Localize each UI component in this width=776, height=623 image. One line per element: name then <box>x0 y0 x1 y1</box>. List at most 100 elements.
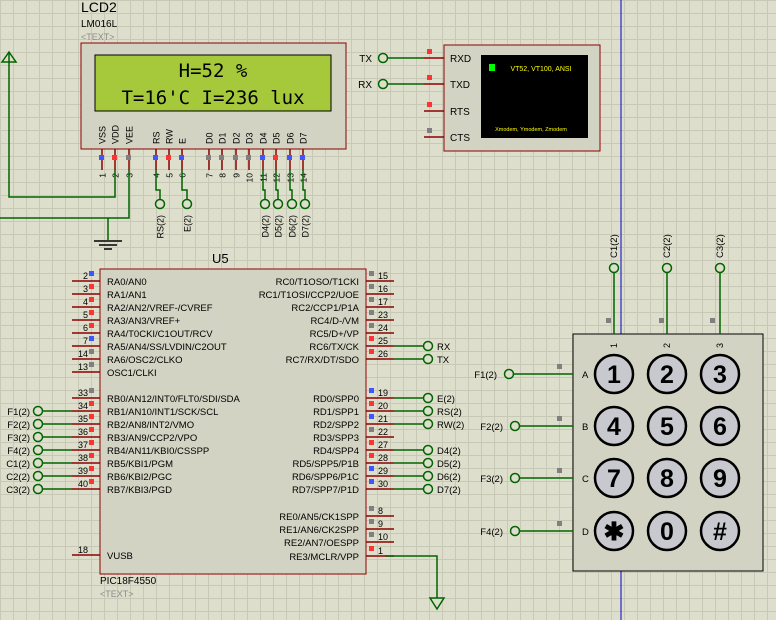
keypad-col-terminal[interactable] <box>714 262 726 274</box>
keypad-row-letter: D <box>582 527 589 538</box>
mcu-net-terminal[interactable] <box>422 444 434 456</box>
mcu-pin-probe <box>89 323 94 328</box>
keypad-key[interactable]: 2 <box>646 353 688 395</box>
mcu-net-label: TX <box>437 355 450 366</box>
keypad-key[interactable]: 3 <box>699 353 741 395</box>
lcd-net-terminal[interactable] <box>272 198 284 210</box>
mcu-net-terminal[interactable] <box>32 405 44 417</box>
keypad-col-terminal[interactable] <box>608 262 620 274</box>
mcu-pin-probe <box>369 414 374 419</box>
keypad-columns: C1(2) 1 C2(2) 2 C3(2) 3 <box>606 234 726 348</box>
terminal-pin-probe <box>427 75 432 80</box>
lcd-module[interactable]: LCD2 LM016L <TEXT> H=52 % T=16'C I=236 l… <box>80 0 347 183</box>
keypad-row-net: F3(2) <box>480 474 503 485</box>
mcu-pin-name: RB0/AN12/INT0/FLT0/SDI/SDA <box>107 394 241 405</box>
keypad-row-probe <box>557 364 562 369</box>
keypad-key[interactable]: 4 <box>593 405 635 447</box>
mcu-net-terminal[interactable] <box>422 392 434 404</box>
keypad-row-net: F4(2) <box>480 527 503 538</box>
lcd-pin-probe <box>233 155 238 160</box>
mcu-pin-name: RC6/TX/CK <box>309 342 359 353</box>
mcu-pin-probe <box>89 271 94 276</box>
mcu-pin-name: VUSB <box>107 551 133 562</box>
terminal-net-terminal[interactable] <box>377 52 389 64</box>
mcu-net-terminal[interactable] <box>32 483 44 495</box>
lcd-pin-name: D7 <box>299 132 309 144</box>
lcd-net-terminal[interactable] <box>181 198 193 210</box>
lcd-pin-number: 9 <box>232 173 242 178</box>
keypad-key[interactable]: 9 <box>699 457 741 499</box>
lcd-pin-name: VEE <box>125 126 135 144</box>
lcd-net-label: E(2) <box>183 215 193 232</box>
keypad-row-terminal[interactable] <box>509 472 521 484</box>
lcd-net-label: D4(2) <box>261 215 271 238</box>
keypad[interactable]: 1 2 3 4 5 6 7 8 9 ✱ 0 # C1(2) 1 C2(2) 2 C3(2) 3 F1(2) A F2… <box>474 234 764 572</box>
keypad-key[interactable]: ✱ <box>593 510 635 552</box>
lcd-line-1: H=52 % <box>179 60 248 82</box>
mcu-net-terminal[interactable] <box>32 470 44 482</box>
lcd-line-2: T=16'C I=236 lux <box>121 87 304 109</box>
mcu-pin-name: RC7/RX/DT/SDO <box>286 355 359 366</box>
terminal-net-terminal[interactable] <box>377 78 389 90</box>
keypad-col-net: C2(2) <box>662 234 673 258</box>
keypad-row-terminal[interactable] <box>503 368 515 380</box>
mcu-pin-probe <box>89 466 94 471</box>
mcu-pin-number: 10 <box>378 532 388 542</box>
mcu-pin-name: RA3/AN3/VREF+ <box>107 316 181 327</box>
mcu-net-terminal[interactable] <box>422 405 434 417</box>
mcu-pin-probe <box>369 440 374 445</box>
mcu-chip[interactable]: U5 PIC18F4550 <TEXT> 2 RA0/AN0 3 RA1/AN1 4 RA… <box>6 251 464 599</box>
keypad-key[interactable]: 1 <box>593 353 635 395</box>
mcu-net-label: D7(2) <box>437 485 461 496</box>
mcu-pin-probe <box>89 284 94 289</box>
virtual-terminal[interactable]: VT52, VT100, ANSI Xmodem, Ymodem, Zmodem… <box>424 44 601 152</box>
lcd-pin-probe <box>206 155 211 160</box>
mcu-net-label: D4(2) <box>437 446 461 457</box>
mcu-net-terminal[interactable] <box>422 418 434 430</box>
lcd-pin-number: 10 <box>245 173 255 183</box>
terminal-cursor <box>489 64 495 71</box>
mcu-net-terminal[interactable] <box>32 431 44 443</box>
keypad-col-probe <box>606 318 611 323</box>
mcu-pin-name: RD4/SPP4 <box>313 446 359 457</box>
mcu-pin-name: RC5/D+/VP <box>310 329 359 340</box>
mcu-net-terminal[interactable] <box>422 483 434 495</box>
mcu-net-terminal[interactable] <box>32 418 44 430</box>
keypad-key[interactable]: 6 <box>699 405 741 447</box>
mcu-pin-number: 4 <box>83 297 88 307</box>
mcu-pin-number: 17 <box>378 297 388 307</box>
lcd-pin-name: RS <box>152 131 162 144</box>
lcd-pin-name: D3 <box>245 132 255 144</box>
mcu-net-terminal[interactable] <box>32 444 44 456</box>
lcd-net-terminal[interactable] <box>299 198 311 210</box>
keypad-row-terminal[interactable] <box>509 525 521 537</box>
keypad-key[interactable]: 8 <box>646 457 688 499</box>
mcu-pin-probe <box>89 427 94 432</box>
keypad-key-label: 8 <box>660 465 674 493</box>
terminal-pin-name: RTS <box>450 107 470 118</box>
mcu-pin-number: 21 <box>378 414 388 424</box>
keypad-col-terminal[interactable] <box>661 262 673 274</box>
keypad-key[interactable]: 7 <box>593 457 635 499</box>
keypad-row-net: F2(2) <box>480 422 503 433</box>
mcu-pin-probe <box>369 284 374 289</box>
mcu-net-terminal[interactable] <box>422 340 434 352</box>
keypad-key[interactable]: 0 <box>646 510 688 552</box>
mcu-pin-number: 16 <box>378 284 388 294</box>
keypad-key[interactable]: 5 <box>646 405 688 447</box>
lcd-net-label: RS(2) <box>156 215 166 239</box>
mcu-pin-name: RB7/KBI3/PGD <box>107 485 172 496</box>
lcd-net-terminal[interactable] <box>154 198 166 210</box>
keypad-key-label: 9 <box>713 465 727 493</box>
keypad-key[interactable]: # <box>699 510 741 552</box>
lcd-net-terminal[interactable] <box>286 198 298 210</box>
mcu-net-terminal[interactable] <box>32 457 44 469</box>
mcu-net-label: RW(2) <box>437 420 464 431</box>
keypad-row-terminal[interactable] <box>509 420 521 432</box>
mcu-pin-name: RC4/D-/VM <box>310 316 359 327</box>
mcu-net-terminal[interactable] <box>422 470 434 482</box>
mcu-net-terminal[interactable] <box>422 353 434 365</box>
keypad-key-label: 1 <box>607 361 621 389</box>
lcd-net-terminal[interactable] <box>259 198 271 210</box>
mcu-net-terminal[interactable] <box>422 457 434 469</box>
